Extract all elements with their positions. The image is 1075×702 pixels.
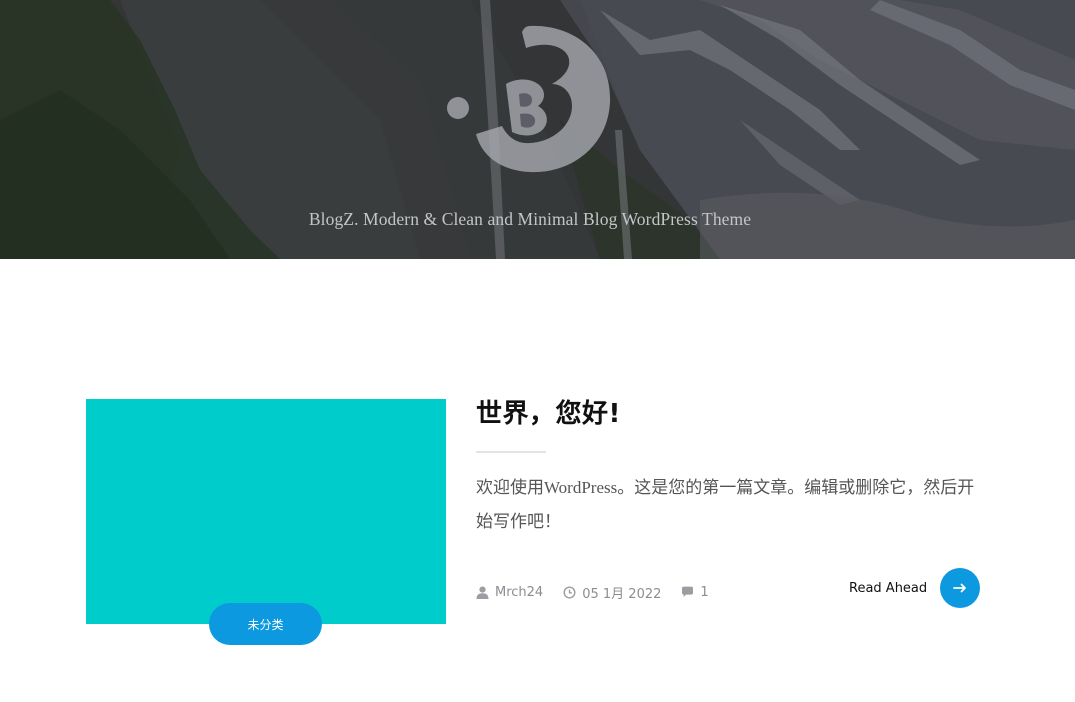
post-excerpt: 欢迎使用WordPress。这是您的第一篇文章。编辑或删除它，然后开始写作吧！ [476,478,975,531]
read-more-button[interactable] [940,568,981,608]
site-tagline: BlogZ. Modern & Clean and Minimal Blog W… [308,209,752,229]
meta-author[interactable]: Mrch24 [476,585,543,600]
hero-banner: BlogZ. Modern & Clean and Minimal Blog W… [0,0,1075,259]
post-title[interactable]: 世界，您好! [476,393,621,430]
post-thumbnail[interactable] [86,399,446,624]
meta-date[interactable]: 05 1月 2022 [563,583,661,602]
read-more-link[interactable]: Read Ahead [849,568,981,608]
user-icon [476,586,489,599]
read-more-label: Read Ahead [849,580,928,596]
arrow-right-icon [953,583,967,593]
comment-count: 1 [700,584,709,600]
post-date: 05 1月 2022 [582,586,662,602]
category-badge[interactable]: 未分类 [209,603,322,645]
author-name: Mrch24 [495,584,544,600]
meta-comments[interactable]: 1 [681,584,709,600]
title-divider [476,451,546,453]
clock-icon [563,585,576,599]
post-meta: Mrch24 05 1月 2022 1 [476,583,709,602]
blogz-b-logo[interactable] [442,22,618,178]
comment-icon [682,586,694,597]
